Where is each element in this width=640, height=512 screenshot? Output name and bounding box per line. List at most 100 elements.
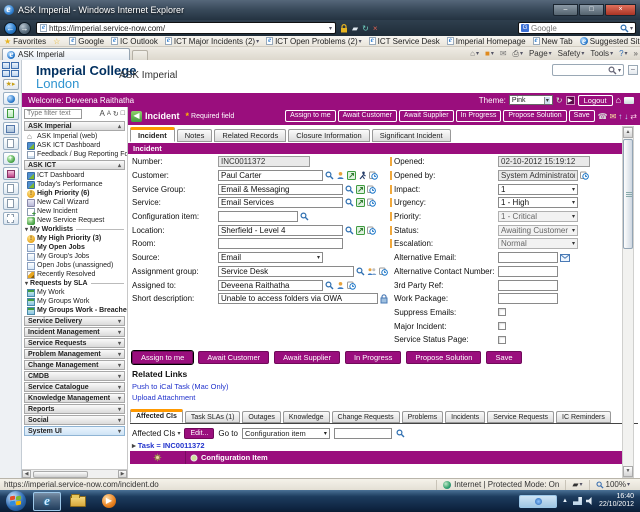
- favorite-google[interactable]: Google: [69, 36, 104, 46]
- tab-problems[interactable]: Problems: [401, 411, 444, 423]
- in-progress-button[interactable]: In Progress: [455, 110, 502, 122]
- nav-separator-my-worklists[interactable]: ▾ My Worklists: [22, 225, 127, 234]
- print-button[interactable]: ⎙ ▾: [513, 49, 523, 59]
- source-select[interactable]: Email ▾: [218, 252, 323, 264]
- favorite-ict-open-problems[interactable]: ICT Open Problems (2)▾: [266, 36, 362, 46]
- nav-item-ask-ict-dashboard[interactable]: ASK ICT Dashboard: [22, 141, 127, 150]
- opened-input[interactable]: [498, 156, 590, 168]
- assign-to-me-button[interactable]: Assign to me: [285, 110, 336, 122]
- expand-record-icon[interactable]: [356, 184, 365, 194]
- refresh-icon[interactable]: ↻: [362, 24, 369, 33]
- goto-field-select[interactable]: Configuration item ▾: [241, 428, 330, 439]
- affected-cis-menu[interactable]: Affected CIs ▾: [132, 429, 180, 438]
- nav-separator-requests-by-sla[interactable]: ▾ Requests by SLA: [22, 279, 127, 288]
- compatibility-view-icon[interactable]: ▰: [352, 24, 358, 33]
- history-clock-icon[interactable]: [379, 267, 388, 276]
- globe-button[interactable]: [2, 92, 19, 105]
- back-icon[interactable]: ◀: [131, 110, 142, 122]
- nav-section-incident-management[interactable]: Incident Management ▾: [24, 327, 125, 337]
- new-doc-button[interactable]: [2, 107, 19, 120]
- in-progress-button[interactable]: In Progress: [344, 351, 402, 364]
- group-icon[interactable]: [367, 267, 377, 276]
- minimize-button[interactable]: –: [553, 4, 578, 16]
- volume-icon[interactable]: [585, 497, 592, 505]
- nav-section-cmdb[interactable]: CMDB ▾: [24, 371, 125, 381]
- language-indicator[interactable]: [519, 494, 557, 508]
- url-input[interactable]: [49, 23, 328, 33]
- safety-menu[interactable]: Safety ▾: [558, 49, 585, 58]
- assigned-to-input[interactable]: [218, 279, 323, 291]
- nav-item-my-groups-work-breached[interactable]: My Groups Work - Breached: [22, 306, 127, 315]
- nav-item-ask-imperial-web[interactable]: ⌂ ASK Imperial (web): [22, 132, 127, 141]
- collapse-all-icon[interactable]: □: [121, 110, 125, 117]
- nav-section-ask-imperial[interactable]: ASK Imperial ▴: [24, 121, 125, 131]
- customer-input[interactable]: [218, 170, 323, 182]
- link-icon[interactable]: ⇄: [630, 112, 637, 121]
- arrow-down-icon[interactable]: ↓: [624, 112, 628, 121]
- header-search-box[interactable]: ▾: [552, 64, 624, 76]
- doc3-button[interactable]: [2, 212, 19, 225]
- scrollbar-thumb[interactable]: [33, 470, 88, 478]
- favorites-button[interactable]: ★ Favorites: [4, 37, 46, 46]
- address-dropdown-icon[interactable]: ▾: [329, 25, 332, 32]
- service-group-input[interactable]: [218, 183, 343, 195]
- person-icon[interactable]: [336, 171, 345, 180]
- history-clock-icon[interactable]: [367, 185, 376, 194]
- network-icon[interactable]: [572, 497, 582, 505]
- nav-item-new-call-wizard[interactable]: New Call Wizard: [22, 198, 127, 207]
- gear-column[interactable]: [130, 451, 186, 464]
- expand-record-icon[interactable]: [356, 198, 365, 208]
- home-button[interactable]: ⌂ ▾: [470, 49, 479, 58]
- assignment-group-input[interactable]: [218, 265, 354, 277]
- vip-runner-icon[interactable]: [358, 171, 367, 180]
- taskbar-clock[interactable]: 16:40 22/10/2012: [599, 493, 634, 509]
- layout-split-icon[interactable]: [11, 62, 19, 69]
- nav-item-recently-resolved[interactable]: Recently Resolved: [22, 270, 127, 279]
- expand-record-icon[interactable]: [356, 225, 365, 235]
- favorite-ict-major-incidents[interactable]: ICT Major Incidents (2)▾: [164, 36, 259, 46]
- scroll-right-icon[interactable]: ▶: [118, 470, 127, 478]
- tab-task-slas[interactable]: Task SLAs (1): [184, 411, 241, 423]
- bookmarks-flyout-button[interactable]: ★▸: [2, 79, 19, 90]
- goto-search-icon[interactable]: [396, 429, 405, 438]
- feeds-button[interactable]: ■ ▾: [485, 49, 494, 58]
- tab-notes[interactable]: Notes: [176, 129, 213, 142]
- impact-select[interactable]: 1 ▾: [498, 183, 578, 195]
- compatibility-segment[interactable]: ▰ ▾: [565, 479, 588, 490]
- create-button[interactable]: +: [2, 152, 19, 165]
- major-incident-checkbox[interactable]: [498, 322, 506, 331]
- lookup-icon[interactable]: [356, 267, 365, 276]
- help-menu[interactable]: ? ▾: [619, 49, 627, 58]
- add-page-button[interactable]: [2, 137, 19, 150]
- layout-single-icon[interactable]: [2, 62, 10, 69]
- configuration-item-column-header[interactable]: Configuration Item: [186, 453, 272, 462]
- await-supplier-button[interactable]: Await Supplier: [274, 351, 340, 364]
- doc1-button[interactable]: [2, 182, 19, 195]
- search-box[interactable]: G ▾: [518, 22, 636, 34]
- nav-item-new-incident[interactable]: New Incident: [22, 207, 127, 216]
- tab-ic-reminders[interactable]: IC Reminders: [556, 411, 611, 423]
- refresh-nav-icon[interactable]: ↻: [113, 110, 119, 118]
- forward-button[interactable]: →: [18, 21, 31, 35]
- start-button[interactable]: [6, 491, 26, 511]
- lookup-icon[interactable]: [345, 185, 354, 194]
- lock-icon[interactable]: [380, 293, 388, 304]
- nav-section-ask-ict[interactable]: ASK ICT ▴: [24, 160, 125, 170]
- tab-outages[interactable]: Outages: [242, 411, 281, 423]
- nav-item-my-groups-jobs[interactable]: My Group's Jobs: [22, 252, 127, 261]
- maximize-button[interactable]: □: [579, 4, 604, 16]
- work-package-input[interactable]: [498, 293, 558, 305]
- nav-item-my-groups-work[interactable]: My Groups Work: [22, 297, 127, 306]
- nav-item-open-jobs-unassigned[interactable]: Open Jobs (unassigned): [22, 261, 127, 270]
- tab-knowledge[interactable]: Knowledge: [282, 411, 330, 423]
- address-field[interactable]: ▾: [36, 22, 336, 34]
- add-favorite-button[interactable]: ☆: [53, 37, 62, 46]
- taskbar-media-player-button[interactable]: ▶: [95, 492, 123, 511]
- favorite-new-tab[interactable]: New Tab: [532, 36, 573, 46]
- layout-left-icon[interactable]: [2, 70, 10, 77]
- tab-related-records[interactable]: Related Records: [214, 129, 287, 142]
- nav-item-feedback-form[interactable]: Feedback / Bug Reporting Form: [22, 150, 127, 159]
- new-tab-stub[interactable]: [132, 50, 148, 60]
- service-status-page-checkbox[interactable]: [498, 335, 506, 344]
- alternative-contact-number-input[interactable]: [498, 265, 558, 277]
